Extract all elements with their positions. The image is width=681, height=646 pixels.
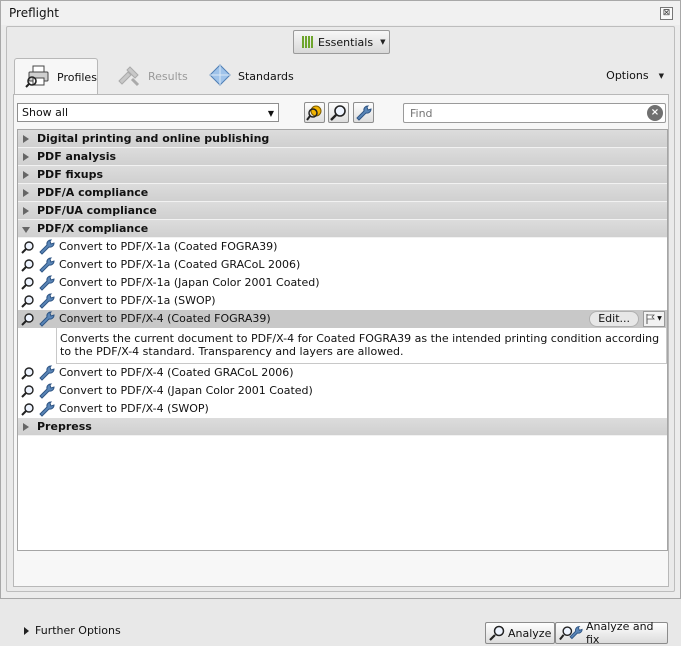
select-profiles-button[interactable] bbox=[304, 102, 325, 123]
expand-arrow-icon bbox=[23, 189, 29, 197]
collapse-arrow-icon bbox=[22, 227, 30, 233]
wrench-icon bbox=[39, 239, 55, 255]
profile-description: Converts the current document to PDF/X-4… bbox=[56, 328, 667, 364]
tab-standards[interactable]: Standards bbox=[198, 58, 304, 94]
magnifier-icon bbox=[21, 259, 34, 272]
essentials-label: Essentials bbox=[318, 35, 374, 49]
preflight-window: Preflight ⊠ Essentials ▼ Profiles Result… bbox=[0, 0, 681, 646]
profile-item[interactable]: Convert to PDF/X-4 (Japan Color 2001 Coa… bbox=[18, 382, 667, 400]
analyze-button[interactable]: Analyze bbox=[485, 622, 556, 644]
wrench-icon bbox=[39, 293, 55, 309]
category-digital-printing[interactable]: Digital printing and online publishing bbox=[18, 130, 667, 148]
magic-wand-icon bbox=[306, 105, 322, 121]
wrench-icon bbox=[356, 105, 372, 121]
profiles-content: Show all ▼ Find × Digital printing and o… bbox=[13, 94, 669, 646]
further-options-label: Further Options bbox=[35, 624, 121, 637]
clear-search-icon[interactable]: × bbox=[647, 105, 663, 121]
wrench-icon bbox=[39, 275, 55, 291]
expand-arrow-icon bbox=[24, 626, 29, 635]
magnifier-icon bbox=[21, 367, 34, 380]
selected-profile-item[interactable]: Convert to PDF/X-4 (Coated FOGRA39) Edit… bbox=[18, 310, 667, 328]
options-label: Options bbox=[606, 69, 649, 82]
wrench-icon bbox=[39, 311, 55, 327]
expand-arrow-icon bbox=[23, 207, 29, 215]
profile-item[interactable]: Convert to PDF/X-1a (Coated FOGRA39) bbox=[18, 238, 667, 256]
wrench-icon bbox=[39, 401, 55, 417]
category-pdfx-compliance[interactable]: PDF/X compliance bbox=[18, 220, 667, 238]
edit-profile-button[interactable]: Edit... bbox=[589, 311, 639, 327]
wrench-icon bbox=[39, 257, 55, 273]
magnifier-icon bbox=[330, 105, 346, 121]
further-options-toggle[interactable]: Further Options bbox=[24, 624, 121, 637]
tab-results[interactable]: Results bbox=[106, 58, 198, 94]
essentials-button[interactable]: Essentials ▼ bbox=[293, 30, 390, 54]
magnifier-wrench-icon bbox=[559, 625, 583, 640]
window-title: Preflight bbox=[9, 6, 59, 20]
chevron-down-icon: ▼ bbox=[380, 38, 386, 46]
essentials-icon bbox=[302, 36, 313, 48]
options-menu[interactable]: Options ▼ bbox=[606, 69, 664, 82]
results-icon bbox=[116, 63, 142, 90]
expand-arrow-icon bbox=[23, 171, 29, 179]
tab-results-label: Results bbox=[148, 69, 188, 83]
category-prepress[interactable]: Prepress bbox=[18, 418, 667, 436]
wrench-icon bbox=[39, 365, 55, 381]
profile-flag-menu-button[interactable]: ▼ bbox=[643, 311, 665, 327]
profile-item[interactable]: Convert to PDF/X-4 (Coated GRACoL 2006) bbox=[18, 364, 667, 382]
profile-filter-select[interactable]: Show all ▼ bbox=[17, 103, 279, 122]
profile-list: Digital printing and online publishing P… bbox=[17, 129, 668, 551]
flag-icon bbox=[646, 314, 656, 324]
category-pdf-analysis[interactable]: PDF analysis bbox=[18, 148, 667, 166]
magnifier-icon bbox=[21, 277, 34, 290]
chevron-down-icon: ▼ bbox=[657, 315, 662, 322]
analyze-label: Analyze bbox=[508, 626, 552, 640]
expand-arrow-icon bbox=[23, 135, 29, 143]
profile-item[interactable]: Convert to PDF/X-4 (SWOP) bbox=[18, 400, 667, 418]
chevron-down-icon: ▼ bbox=[658, 71, 664, 80]
magnifier-icon bbox=[21, 313, 34, 326]
expand-arrow-icon bbox=[23, 423, 29, 431]
magnifier-icon bbox=[489, 625, 505, 641]
expand-arrow-icon bbox=[23, 153, 29, 161]
diamond-icon bbox=[208, 63, 232, 90]
magnifier-icon bbox=[21, 295, 34, 308]
category-pdfua-compliance[interactable]: PDF/UA compliance bbox=[18, 202, 667, 220]
tab-profiles-label: Profiles bbox=[57, 70, 97, 84]
magnifier-icon bbox=[21, 403, 34, 416]
close-button[interactable]: ⊠ bbox=[660, 7, 673, 20]
show-checks-button[interactable] bbox=[328, 102, 349, 123]
printer-icon bbox=[25, 64, 51, 91]
magnifier-icon bbox=[21, 385, 34, 398]
preflight-panel: Essentials ▼ Profiles Results Standards … bbox=[6, 26, 675, 646]
tab-profiles[interactable]: Profiles bbox=[14, 58, 98, 95]
tab-standards-label: Standards bbox=[238, 69, 294, 83]
profile-item[interactable]: Convert to PDF/X-1a (Coated GRACoL 2006) bbox=[18, 256, 667, 274]
filter-selected-value: Show all bbox=[22, 106, 69, 119]
profile-item[interactable]: Convert to PDF/X-1a (Japan Color 2001 Co… bbox=[18, 274, 667, 292]
title-bar: Preflight ⊠ bbox=[1, 1, 680, 25]
wrench-icon bbox=[39, 383, 55, 399]
category-pdfa-compliance[interactable]: PDF/A compliance bbox=[18, 184, 667, 202]
magnifier-icon bbox=[21, 241, 34, 254]
chevron-down-icon: ▼ bbox=[267, 109, 274, 118]
find-input[interactable] bbox=[403, 103, 666, 123]
profile-item[interactable]: Convert to PDF/X-1a (SWOP) bbox=[18, 292, 667, 310]
analyze-and-fix-label: Analyze and fix bbox=[586, 620, 654, 646]
show-fixups-button[interactable] bbox=[353, 102, 374, 123]
category-pdf-fixups[interactable]: PDF fixups bbox=[18, 166, 667, 184]
analyze-and-fix-button[interactable]: Analyze and fix bbox=[555, 620, 668, 646]
